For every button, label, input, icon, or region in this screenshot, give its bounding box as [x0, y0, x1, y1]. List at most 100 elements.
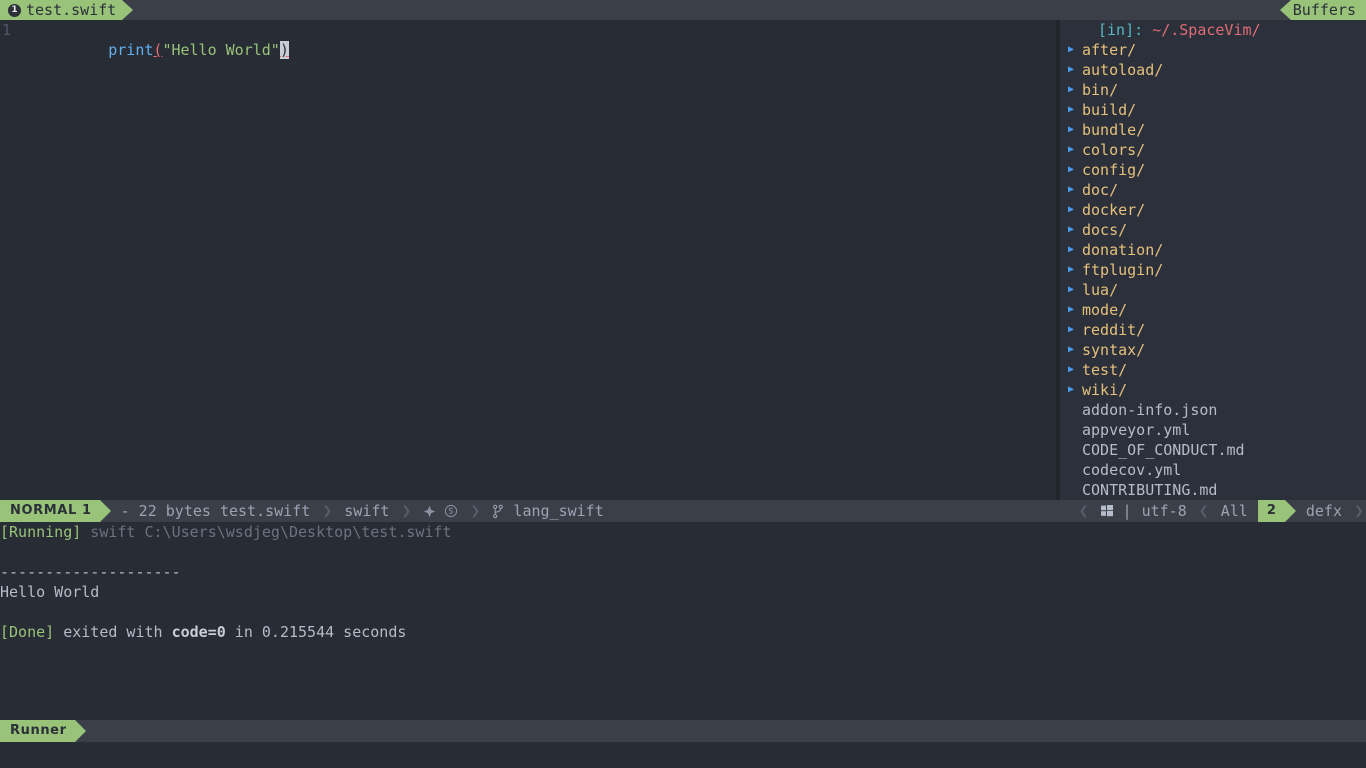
triangle-right-icon[interactable]: ▶ — [1060, 320, 1082, 340]
file-tree-directory-row[interactable]: ▶ docker/ — [1060, 200, 1366, 220]
status-window-number: 2 — [1257, 500, 1285, 522]
buffers-arrow-icon — [1279, 0, 1291, 20]
runner-label-segment: Runner — [0, 720, 75, 742]
file-tree-entry-label: docker/ — [1082, 201, 1146, 219]
chevron-left-icon-2: ❮ — [1198, 501, 1209, 520]
file-tree-directory-row[interactable]: ▶ reddit/ — [1060, 320, 1366, 340]
file-tree-directory-row[interactable]: ▶ wiki/ — [1060, 380, 1366, 400]
file-tree-directory-row[interactable]: ▶ mode/ — [1060, 300, 1366, 320]
status-window-name: defx — [1296, 500, 1352, 522]
editor-pane[interactable]: 1 print("Hello World") — [0, 20, 1056, 500]
file-tree-file-row[interactable]: codecov.yml — [1060, 460, 1366, 480]
runner-output-segment: code=0 — [171, 623, 226, 641]
source-control-icon — [423, 505, 436, 518]
triangle-right-icon[interactable]: ▶ — [1060, 300, 1082, 320]
buffers-button[interactable]: Buffers — [1290, 0, 1366, 20]
chevron-right-icon-1: ❯ — [322, 501, 333, 520]
file-tree-directory-row[interactable]: ▶ build/ — [1060, 100, 1366, 120]
file-tree-entry-label: syntax/ — [1082, 341, 1146, 359]
file-tree-entry-label: addon-info.json — [1082, 401, 1218, 419]
file-tree-entry-label: build/ — [1082, 101, 1137, 119]
file-tree-entry-label: mode/ — [1082, 301, 1128, 319]
status-scroll-label: All — [1220, 502, 1248, 520]
runner-statusline: Runner — [0, 720, 1366, 742]
file-tree-entry-label: CONTRIBUTING.md — [1082, 481, 1218, 499]
git-branch-icon — [492, 504, 504, 519]
triangle-right-icon[interactable]: ▶ — [1060, 180, 1082, 200]
file-tree-entry-label: reddit/ — [1082, 321, 1146, 339]
file-tree-entry-label: ftplugin/ — [1082, 261, 1164, 279]
chevron-left-icon-1: ❮ — [1078, 501, 1089, 520]
file-tree-directory-row[interactable]: ▶ syntax/ — [1060, 340, 1366, 360]
runner-label: Runner — [10, 723, 67, 738]
status-encoding-label: utf-8 — [1141, 502, 1187, 520]
status-window-name-label: defx — [1305, 502, 1342, 520]
file-tree-entry-label: codecov.yml — [1082, 461, 1182, 479]
triangle-right-icon[interactable]: ▶ — [1060, 100, 1082, 120]
status-file-info-label: - 22 bytes test.swift — [120, 502, 311, 520]
triangle-right-icon[interactable]: ▶ — [1060, 140, 1082, 160]
tab-test-swift[interactable]: 1 test.swift — [0, 0, 123, 20]
runner-output-segment: -------------------- — [0, 563, 181, 581]
triangle-right-icon[interactable]: ▶ — [1060, 240, 1082, 260]
file-tree-file-row[interactable]: addon-info.json — [1060, 400, 1366, 420]
triangle-right-icon[interactable]: ▶ — [1060, 280, 1082, 300]
status-encoding[interactable]: | utf-8 — [1091, 500, 1197, 522]
status-git-branch[interactable]: lang_swift — [482, 500, 613, 522]
file-tree-directory-row[interactable]: ▶ after/ — [1060, 40, 1366, 60]
runner-output-segment: Hello World — [0, 583, 100, 601]
status-filetype: swift — [334, 500, 399, 522]
runner-output-pane[interactable]: [Running] swift C:\Users\wsdjeg\Desktop\… — [0, 522, 1366, 720]
file-tree-directory-row[interactable]: ▶ doc/ — [1060, 180, 1366, 200]
file-tree-entry-label: after/ — [1082, 41, 1137, 59]
file-tree-directory-row[interactable]: ▶ config/ — [1060, 160, 1366, 180]
file-tree-file-row[interactable]: CODE_OF_CONDUCT.md — [1060, 440, 1366, 460]
file-tree-entry-label: appveyor.yml — [1082, 421, 1191, 439]
status-branch-label: lang_swift — [513, 502, 604, 520]
status-filetype-label: swift — [344, 502, 390, 520]
file-tree-entry-label: test/ — [1082, 361, 1128, 379]
chevron-right-icon-4: ❯ — [1354, 501, 1364, 520]
status-mode-arrow-icon — [99, 500, 111, 522]
file-tree-pane[interactable]: [in]: ~/.SpaceVim/ ▶ after/▶ autoload/▶ bin… — [1060, 20, 1366, 500]
file-tree-file-row[interactable]: CONTRIBUTING.md — [1060, 480, 1366, 500]
triangle-right-icon[interactable]: ▶ — [1060, 40, 1082, 60]
file-tree-entry-label: docs/ — [1082, 221, 1128, 239]
triangle-right-icon[interactable]: ▶ — [1060, 260, 1082, 280]
token-function: print — [108, 41, 154, 59]
runner-output-segment: [Done] — [0, 623, 55, 641]
file-tree-directory-row[interactable]: ▶ ftplugin/ — [1060, 260, 1366, 280]
file-tree-directory-row[interactable]: ▶ docs/ — [1060, 220, 1366, 240]
status-lsp-icons[interactable] — [413, 500, 468, 522]
triangle-right-icon[interactable]: ▶ — [1060, 200, 1082, 220]
tab-arrow-icon — [122, 0, 134, 20]
token-string: "Hello World" — [162, 41, 280, 59]
runner-output-line: [Done] exited with code=0 in 0.215544 se… — [0, 622, 1366, 642]
file-tree-directory-row[interactable]: ▶ lua/ — [1060, 280, 1366, 300]
status-separator: | — [1122, 502, 1132, 520]
runner-output-segment: exited with — [54, 623, 172, 641]
file-tree-file-row[interactable]: appveyor.yml — [1060, 420, 1366, 440]
triangle-right-icon[interactable]: ▶ — [1060, 80, 1082, 100]
triangle-right-icon[interactable]: ▶ — [1060, 220, 1082, 240]
file-tree-directory-row[interactable]: ▶ bin/ — [1060, 80, 1366, 100]
command-line[interactable] — [0, 742, 1366, 768]
triangle-right-icon[interactable]: ▶ — [1060, 380, 1082, 400]
file-tree-entry-label: bin/ — [1082, 81, 1119, 99]
chevron-right-icon-3: ❯ — [470, 501, 481, 520]
file-tree-directory-row[interactable]: ▶ donation/ — [1060, 240, 1366, 260]
statusline: NORMAL 1 - 22 bytes test.swift ❯ swift ❯ — [0, 500, 1366, 522]
triangle-right-icon[interactable]: ▶ — [1060, 160, 1082, 180]
file-tree-directory-row[interactable]: ▶ autoload/ — [1060, 60, 1366, 80]
triangle-right-icon[interactable]: ▶ — [1060, 340, 1082, 360]
triangle-right-icon[interactable]: ▶ — [1060, 60, 1082, 80]
file-tree-entry-label: wiki/ — [1082, 381, 1128, 399]
file-tree-directory-row[interactable]: ▶ bundle/ — [1060, 120, 1366, 140]
triangle-right-icon[interactable]: ▶ — [1060, 360, 1082, 380]
file-tree-directory-row[interactable]: ▶ test/ — [1060, 360, 1366, 380]
status-file-info: - 22 bytes test.swift — [111, 500, 321, 522]
file-tree-directory-row[interactable]: ▶ colors/ — [1060, 140, 1366, 160]
tab-number-badge: 1 — [8, 3, 21, 17]
file-tree-list: ▶ after/▶ autoload/▶ bin/▶ build/▶ bundle/▶ co… — [1060, 40, 1366, 500]
triangle-right-icon[interactable]: ▶ — [1060, 120, 1082, 140]
